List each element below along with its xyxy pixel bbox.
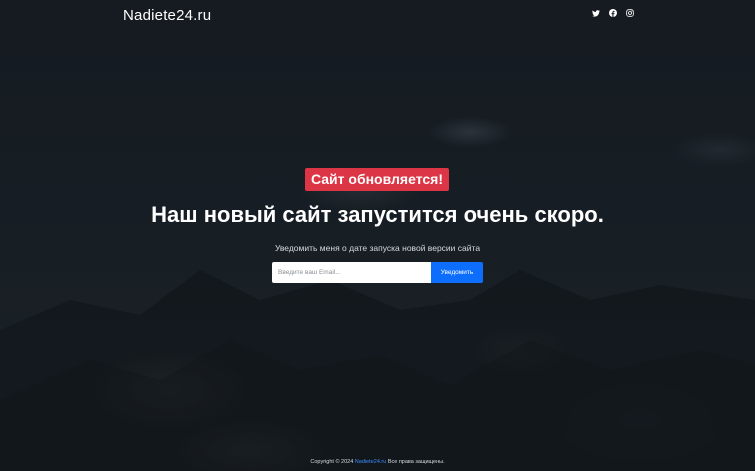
copyright-text: Copyright © 2024	[310, 459, 354, 465]
brand-link[interactable]: Nadiete24.ru	[123, 7, 211, 24]
facebook-icon[interactable]	[608, 8, 618, 18]
email-input[interactable]	[272, 262, 431, 283]
page-title: Наш новый сайт запустится очень скоро.	[151, 202, 604, 227]
twitter-icon[interactable]	[591, 8, 601, 18]
status-badge: Сайт обновляется!	[305, 168, 449, 191]
instagram-icon[interactable]	[625, 8, 635, 18]
notify-subtitle: Уведомить меня о дате запуска новой верс…	[274, 243, 481, 253]
footer-copyright: Copyright © 2024 Nadiete24.ru Все права …	[0, 459, 755, 465]
dark-overlay	[0, 0, 755, 471]
notify-button[interactable]: Уведомить	[431, 262, 483, 283]
footer-site-link[interactable]: Nadiete24.ru	[355, 459, 387, 465]
social-links	[591, 8, 635, 18]
rights-text: Все права защищены.	[387, 459, 445, 465]
